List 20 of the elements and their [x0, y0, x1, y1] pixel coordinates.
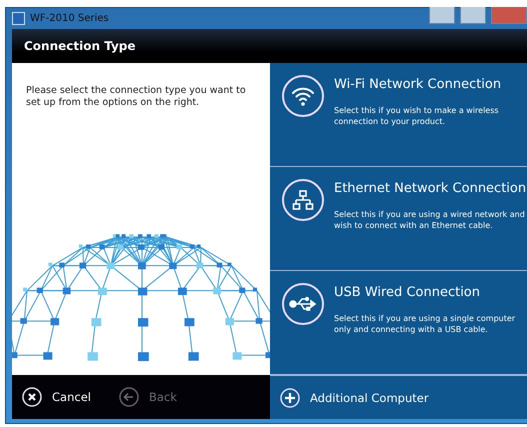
- option-title: USB Wired Connection: [334, 285, 481, 300]
- close-icon: [22, 387, 42, 407]
- window-title: WF-2010 Series: [30, 13, 109, 24]
- additional-computer-button[interactable]: Additional Computer: [280, 388, 429, 408]
- app-icon: [12, 12, 25, 25]
- option-description: Select this if you are using a wired network and wish to connect with an Ethernet cable.: [334, 210, 526, 232]
- option-title: Ethernet Network Connection: [334, 181, 526, 196]
- usb-icon: [289, 295, 317, 313]
- connection-option[interactable]: Ethernet Network Connection Select this if you are using a wired network and wish to connect with an Ethernet cable.: [270, 167, 527, 271]
- plus-icon: [280, 388, 300, 408]
- connection-option[interactable]: Wi-Fi Network Connection Select this if you wish to make a wireless connection to your product.: [270, 63, 527, 167]
- option-description: Select this if you wish to make a wireless connection to your product.: [334, 106, 500, 128]
- page-title: Connection Type: [24, 39, 136, 53]
- cancel-button[interactable]: Cancel: [22, 387, 91, 407]
- instructions-text: Please select the connection type you want to set up from the options on the right.: [26, 85, 247, 109]
- wifi-icon: [291, 85, 315, 107]
- network-icon: [292, 189, 314, 211]
- option-title: Wi-Fi Network Connection: [334, 77, 502, 92]
- option-description: Select this if you are using a single computer only and connecting with a USB cable.: [334, 314, 516, 336]
- close-button[interactable]: [491, 7, 527, 24]
